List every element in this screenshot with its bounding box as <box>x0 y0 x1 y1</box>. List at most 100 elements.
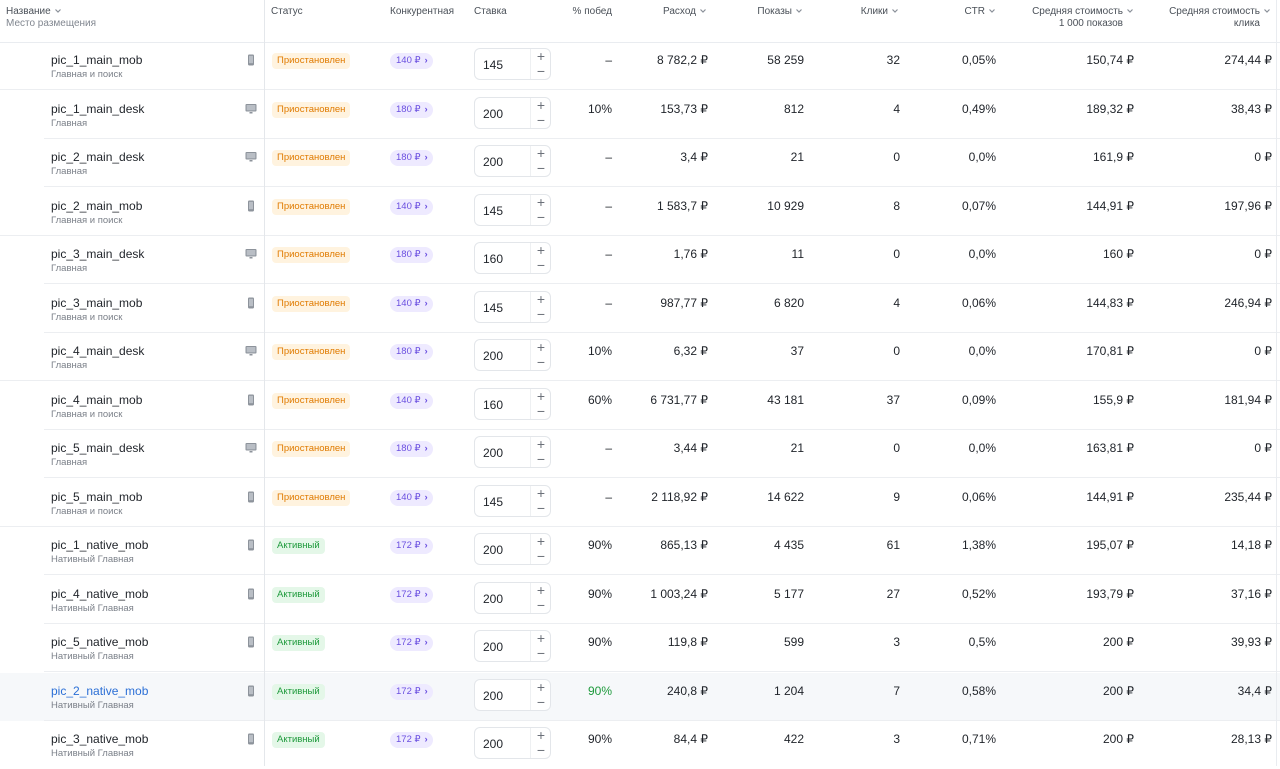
bid-input[interactable]: 200 <box>483 155 503 169</box>
competitive-bid-chip[interactable]: 180 ₽ › <box>390 150 433 166</box>
header-cpc[interactable]: Средняя стоимость клика <box>1169 6 1271 30</box>
minus-icon[interactable]: − <box>534 549 548 563</box>
competitive-bid-chip[interactable]: 172 ₽ › <box>390 683 433 700</box>
plus-icon[interactable]: + <box>534 389 548 403</box>
campaign-name[interactable]: pic_3_main_mob <box>51 296 142 310</box>
plus-icon[interactable]: + <box>534 534 548 548</box>
competitive-bid-chip[interactable]: 172 ₽ › <box>390 538 433 554</box>
competitive-bid-chip[interactable]: 140 ₽ › <box>390 392 433 409</box>
plus-icon[interactable]: + <box>534 146 548 160</box>
table-row[interactable]: pic_3_native_mob Нативный Главная Активн… <box>0 721 1280 769</box>
campaign-name[interactable]: pic_5_native_mob <box>51 635 148 649</box>
minus-icon[interactable]: − <box>534 598 548 612</box>
plus-icon[interactable]: + <box>534 437 548 451</box>
campaign-name[interactable]: pic_1_native_mob <box>51 538 148 552</box>
bid-stepper[interactable]: 200 + − <box>474 678 551 711</box>
plus-icon[interactable]: + <box>534 195 548 209</box>
bid-stepper[interactable]: 200 + − <box>474 630 551 662</box>
minus-icon[interactable]: − <box>534 452 548 466</box>
plus-icon[interactable]: + <box>534 631 548 645</box>
minus-icon[interactable]: − <box>534 210 548 224</box>
bid-stepper[interactable]: 200 + − <box>474 727 551 759</box>
table-row[interactable]: pic_4_main_mob Главная и поиск Приостано… <box>0 382 1280 430</box>
competitive-bid-chip[interactable]: 180 ₽ › <box>390 101 433 118</box>
plus-icon[interactable]: + <box>534 728 548 742</box>
bid-input[interactable]: 145 <box>483 301 503 315</box>
table-row[interactable]: pic_2_main_mob Главная и поиск Приостано… <box>0 188 1280 236</box>
plus-icon[interactable]: + <box>534 243 548 257</box>
bid-stepper[interactable]: 200 + − <box>474 581 551 614</box>
table-row[interactable]: pic_1_main_desk Главная Приостановлен 18… <box>0 91 1280 139</box>
bid-stepper[interactable]: 145 + − <box>474 290 551 323</box>
campaign-name[interactable]: pic_2_main_desk <box>51 150 144 164</box>
competitive-bid-chip[interactable]: 172 ₽ › <box>390 732 433 748</box>
minus-icon[interactable]: − <box>534 501 548 515</box>
campaign-name[interactable]: pic_2_main_mob <box>51 199 142 213</box>
campaign-name[interactable]: pic_3_native_mob <box>51 732 148 746</box>
table-row[interactable]: pic_1_native_mob Нативный Главная Активн… <box>0 527 1280 575</box>
plus-icon[interactable]: + <box>534 292 548 306</box>
table-row[interactable]: pic_3_main_mob Главная и поиск Приостано… <box>0 285 1280 333</box>
campaign-name[interactable]: pic_1_main_desk <box>51 102 144 116</box>
competitive-bid-chip[interactable]: 172 ₽ › <box>390 586 433 603</box>
minus-icon[interactable]: − <box>534 113 548 127</box>
header-impressions[interactable]: Показы <box>757 6 803 18</box>
bid-input[interactable]: 160 <box>483 252 503 266</box>
campaign-name[interactable]: pic_4_main_desk <box>51 344 144 358</box>
bid-input[interactable]: 200 <box>483 543 503 557</box>
competitive-bid-chip[interactable]: 180 ₽ › <box>390 344 433 360</box>
header-clicks[interactable]: Клики <box>861 6 899 18</box>
bid-input[interactable]: 200 <box>483 592 503 606</box>
bid-input[interactable]: 145 <box>483 58 503 72</box>
minus-icon[interactable]: − <box>534 355 548 369</box>
campaign-name[interactable]: pic_5_main_mob <box>51 490 142 504</box>
bid-stepper[interactable]: 200 + − <box>474 339 551 371</box>
table-row[interactable]: pic_2_main_desk Главная Приостановлен 18… <box>0 139 1280 187</box>
bid-stepper[interactable]: 160 + − <box>474 387 551 420</box>
bid-input[interactable]: 200 <box>483 689 503 703</box>
bid-input[interactable]: 145 <box>483 204 503 218</box>
campaign-name[interactable]: pic_4_native_mob <box>51 587 148 601</box>
plus-icon[interactable]: + <box>534 49 548 63</box>
minus-icon[interactable]: − <box>534 64 548 78</box>
bid-input[interactable]: 200 <box>483 640 503 654</box>
competitive-bid-chip[interactable]: 180 ₽ › <box>390 247 433 263</box>
competitive-bid-chip[interactable]: 140 ₽ › <box>390 198 433 215</box>
table-row[interactable]: pic_3_main_desk Главная Приостановлен 18… <box>0 236 1280 284</box>
bid-input[interactable]: 200 <box>483 349 503 363</box>
plus-icon[interactable]: + <box>534 680 548 694</box>
bid-input[interactable]: 160 <box>483 398 503 412</box>
bid-input[interactable]: 200 <box>483 107 503 121</box>
header-name[interactable]: Название Место размещения <box>6 6 96 30</box>
minus-icon[interactable]: − <box>534 307 548 321</box>
competitive-bid-chip[interactable]: 172 ₽ › <box>390 635 433 651</box>
minus-icon[interactable]: − <box>534 258 548 272</box>
table-row[interactable]: pic_2_native_mob Нативный Главная Активн… <box>0 672 1280 721</box>
bid-stepper[interactable]: 200 + − <box>474 533 551 565</box>
table-row[interactable]: pic_5_main_mob Главная и поиск Приостано… <box>0 479 1280 527</box>
plus-icon[interactable]: + <box>534 486 548 500</box>
campaign-name[interactable]: pic_1_main_mob <box>51 53 142 67</box>
bid-stepper[interactable]: 145 + − <box>474 193 551 226</box>
campaign-name[interactable]: pic_4_main_mob <box>51 393 142 407</box>
bid-stepper[interactable]: 145 + − <box>474 484 551 517</box>
plus-icon[interactable]: + <box>534 340 548 354</box>
competitive-bid-chip[interactable]: 140 ₽ › <box>390 53 433 69</box>
header-spend[interactable]: Расход <box>663 6 707 18</box>
table-row[interactable]: pic_5_native_mob Нативный Главная Активн… <box>0 624 1280 672</box>
campaign-name[interactable]: pic_5_main_desk <box>51 441 144 455</box>
minus-icon[interactable]: − <box>534 404 548 418</box>
table-row[interactable]: pic_5_main_desk Главная Приостановлен 18… <box>0 430 1280 478</box>
plus-icon[interactable]: + <box>534 98 548 112</box>
bid-input[interactable]: 200 <box>483 446 503 460</box>
campaign-name[interactable]: pic_2_native_mob <box>51 684 148 698</box>
table-row[interactable]: pic_4_native_mob Нативный Главная Активн… <box>0 576 1280 624</box>
table-row[interactable]: pic_4_main_desk Главная Приостановлен 18… <box>0 333 1280 381</box>
competitive-bid-chip[interactable]: 140 ₽ › <box>390 489 433 506</box>
minus-icon[interactable]: − <box>534 646 548 660</box>
campaign-name[interactable]: pic_3_main_desk <box>51 247 144 261</box>
bid-stepper[interactable]: 200 + − <box>474 96 551 129</box>
plus-icon[interactable]: + <box>534 583 548 597</box>
bid-stepper[interactable]: 200 + − <box>474 436 551 468</box>
bid-stepper[interactable]: 145 + − <box>474 48 551 80</box>
